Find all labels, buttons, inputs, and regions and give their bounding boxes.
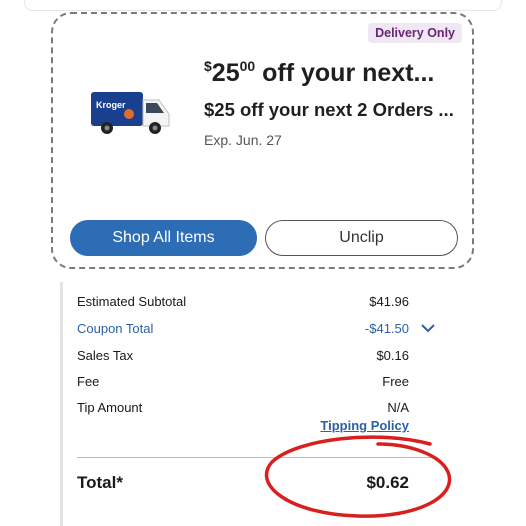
estimated-subtotal-label: Estimated Subtotal [77, 294, 187, 309]
previous-card-edge [24, 0, 502, 11]
coupon-total-label: Coupon Total [77, 321, 154, 336]
sales-tax-label: Sales Tax [77, 348, 134, 363]
coupon-value-cents: 00 [239, 58, 256, 74]
delivery-only-badge: Delivery Only [368, 23, 462, 43]
fee-value: Free [382, 374, 409, 389]
coupon-total-value: -$41.50 [364, 321, 409, 336]
coupon-total-row[interactable]: Coupon Total -$41.50 [77, 321, 409, 341]
sales-tax-value: $0.16 [376, 348, 409, 363]
coupon-expiration: Exp. Jun. 27 [204, 132, 282, 148]
coupon-value-rest: off your next... [255, 59, 435, 87]
total-label: Total* [77, 473, 123, 492]
tipping-policy-link[interactable]: Tipping Policy [320, 418, 409, 433]
tip-amount-row: Tip Amount N/A [77, 400, 409, 420]
unclip-button[interactable]: Unclip [265, 220, 458, 256]
coupon-value-dollar: $ [204, 58, 212, 74]
sales-tax-row: Sales Tax $0.16 [77, 348, 409, 368]
delivery-truck-image: Kroger [91, 92, 170, 134]
tip-amount-label: Tip Amount [77, 400, 143, 415]
fee-row: Fee Free [77, 374, 409, 394]
red-circle-annotation [264, 435, 452, 518]
estimated-subtotal-row: Estimated Subtotal $41.96 [77, 294, 409, 314]
truck-brand-text: Kroger [96, 100, 126, 110]
coupon-value-main: 25 [211, 59, 240, 87]
coupon-value: $2500 off your next... [204, 58, 434, 88]
coupon-card: Delivery Only Kroger $2500 off your next… [51, 12, 474, 269]
chevron-down-icon[interactable] [421, 323, 435, 333]
tip-amount-value: N/A [387, 400, 409, 415]
fee-label: Fee [77, 374, 100, 389]
shop-all-items-button[interactable]: Shop All Items [70, 220, 257, 256]
coupon-description: $25 off your next 2 Orders ... [204, 99, 454, 120]
estimated-subtotal-value: $41.96 [369, 294, 409, 309]
